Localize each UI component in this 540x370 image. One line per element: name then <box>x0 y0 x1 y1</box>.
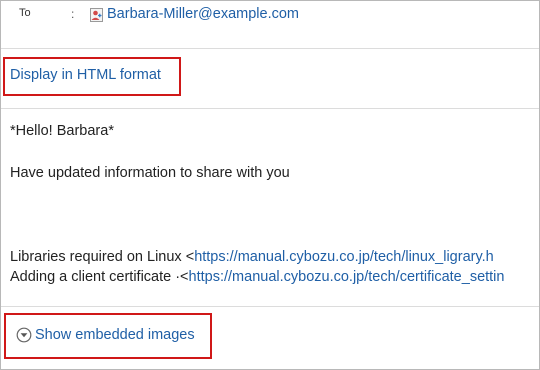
circle-chevron-down-icon[interactable] <box>16 327 32 343</box>
to-label: To <box>19 7 31 19</box>
user-icon <box>89 7 104 23</box>
header-divider <box>1 48 539 49</box>
linux-line-text: Libraries required on Linux < <box>10 249 195 265</box>
recipient-row: To : Barbara-Miller@example.com <box>1 1 539 31</box>
mail-view-frame: To : Barbara-Miller@example.com Display … <box>0 0 540 370</box>
to-separator: : <box>71 7 75 21</box>
format-divider <box>1 108 539 109</box>
recipient-address-link[interactable]: Barbara-Miller@example.com <box>107 6 299 22</box>
linux-library-link[interactable]: https://manual.cybozu.co.jp/tech/linux_l… <box>194 249 494 265</box>
display-html-format-link[interactable]: Display in HTML format <box>10 67 161 83</box>
certificate-line-text: Adding a client certificate ·< <box>10 269 189 285</box>
message-line-linux: Libraries required on Linux <https://man… <box>10 249 494 265</box>
message-line-certificate: Adding a client certificate ·<https://ma… <box>10 269 504 285</box>
certificate-settings-link[interactable]: https://manual.cybozu.co.jp/tech/certifi… <box>189 269 505 285</box>
show-embedded-images-link[interactable]: Show embedded images <box>35 327 195 343</box>
message-intro: Have updated information to share with y… <box>10 165 290 181</box>
body-divider <box>1 306 539 307</box>
message-greeting: *Hello! Barbara* <box>10 123 114 139</box>
